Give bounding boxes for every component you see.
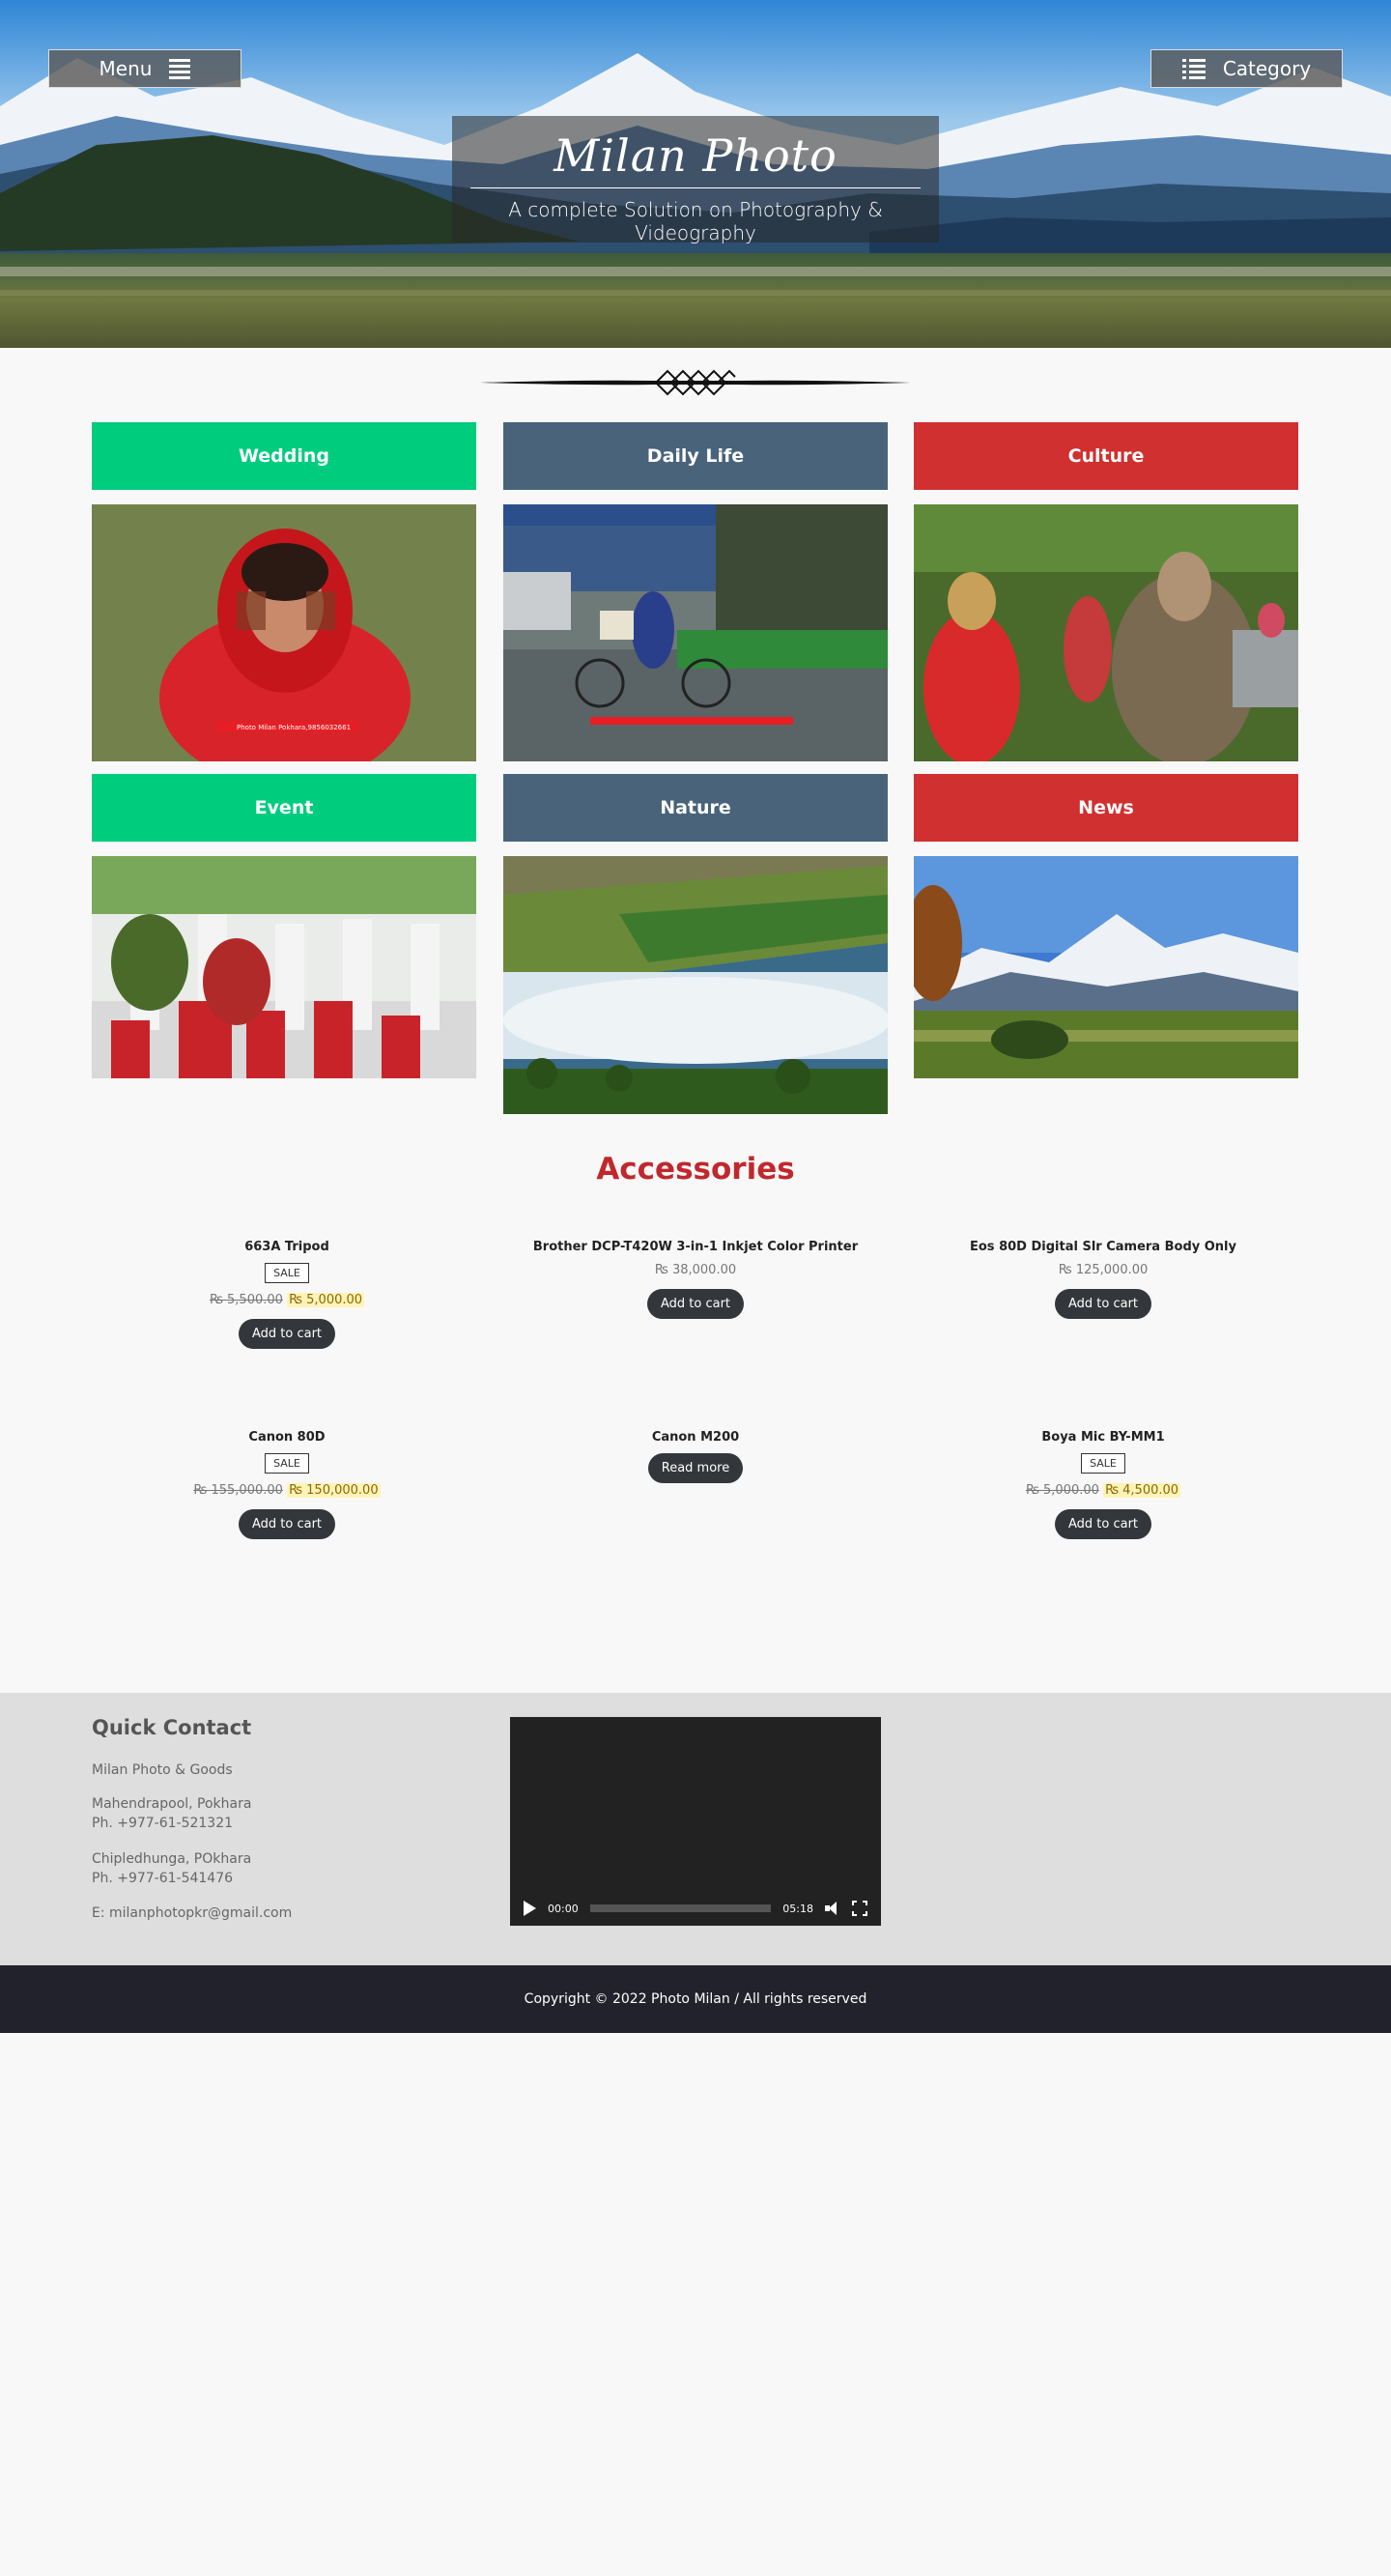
play-icon[interactable]: [524, 1901, 536, 1916]
list-icon: [1181, 58, 1206, 79]
old-price: ₨ 5,000.00: [1025, 1483, 1099, 1498]
event-photo[interactable]: [92, 856, 476, 1078]
video-current-time: 00:00: [548, 1902, 579, 1915]
sale-price: ₨ 4,500.00: [1103, 1483, 1181, 1498]
news-photo[interactable]: [914, 856, 1298, 1078]
sale-price: ₨ 5,000.00: [287, 1293, 365, 1307]
address2-phone: Ph. +977-61-541476: [92, 1871, 234, 1886]
category-tile-nature[interactable]: Nature: [503, 774, 888, 842]
sale-price: ₨ 150,000.00: [287, 1483, 381, 1498]
product-name[interactable]: Brother DCP-T420W 3-in-1 Inkjet Color Pr…: [493, 1240, 898, 1259]
add-to-cart-button[interactable]: Add to cart: [238, 1509, 336, 1539]
category-label: Category: [1222, 57, 1312, 80]
video-controls: 00:00 05:18: [510, 1891, 881, 1926]
video-duration: 05:18: [782, 1902, 813, 1915]
product-price: ₨ 38,000.00: [654, 1263, 737, 1277]
contact-email[interactable]: E: milanphotopkr@gmail.com: [92, 1903, 292, 1923]
video-player[interactable]: 00:00 05:18: [510, 1717, 881, 1926]
nature-photo[interactable]: [503, 856, 888, 1114]
product-name[interactable]: Boya Mic BY-MM1: [900, 1430, 1306, 1449]
daily-life-photo[interactable]: [503, 504, 888, 761]
quick-contact-title: Quick Contact: [92, 1716, 252, 1739]
category-tile-event[interactable]: Event: [92, 774, 476, 842]
ornament-divider-icon: [480, 369, 911, 396]
category-tile-wedding[interactable]: Wedding: [92, 422, 476, 490]
product-item: Boya Mic BY-MM1 SALE ₨ 5,000.00 ₨ 4,500.…: [900, 1430, 1306, 1539]
wedding-caption: Photo Milan Pokhara,9856032661: [237, 724, 351, 731]
address1-line1: Mahendrapool, Pokhara: [92, 1796, 252, 1812]
category-tile-culture[interactable]: Culture: [914, 422, 1298, 490]
old-price: ₨ 5,500.00: [209, 1293, 283, 1307]
old-price: ₨ 155,000.00: [193, 1483, 283, 1498]
add-to-cart-button[interactable]: Add to cart: [1054, 1509, 1152, 1539]
product-item: Eos 80D Digital Slr Camera Body Only ₨ 1…: [900, 1240, 1306, 1319]
product-item: Canon M200 Read more: [493, 1430, 898, 1483]
add-to-cart-button[interactable]: Add to cart: [646, 1289, 745, 1319]
product-item: Canon 80D SALE ₨ 155,000.00 ₨ 150,000.00…: [84, 1430, 490, 1539]
add-to-cart-button[interactable]: Add to cart: [1054, 1289, 1152, 1319]
wedding-photo[interactable]: Photo Milan Pokhara,9856032661: [92, 504, 476, 761]
sale-badge: SALE: [1081, 1453, 1125, 1474]
accessories-title: Accessories: [596, 1152, 795, 1187]
address1-phone: Ph. +977-61-521321: [92, 1816, 234, 1831]
address2-line1: Chipledhunga, POkhara: [92, 1851, 252, 1867]
copyright-bar: Copyright © 2022 Photo Milan / All right…: [0, 1965, 1391, 2033]
culture-photo[interactable]: [914, 504, 1298, 761]
footer-contact-section: Quick Contact Milan Photo & Goods Mahend…: [0, 1693, 1391, 1965]
fullscreen-icon[interactable]: [851, 1900, 868, 1917]
product-price: ₨ 125,000.00: [1058, 1263, 1149, 1277]
hamburger-icon: [169, 58, 191, 79]
site-title[interactable]: Milan Photo: [452, 129, 939, 182]
product-item: Brother DCP-T420W 3-in-1 Inkjet Color Pr…: [493, 1240, 898, 1319]
hero-banner: Menu Category Milan Photo A complete Sol…: [0, 0, 1391, 348]
business-name: Milan Photo & Goods: [92, 1762, 233, 1778]
product-name[interactable]: Eos 80D Digital Slr Camera Body Only: [900, 1240, 1306, 1259]
product-name[interactable]: Canon 80D: [84, 1430, 490, 1449]
add-to-cart-button[interactable]: Add to cart: [238, 1319, 336, 1349]
volume-icon[interactable]: [825, 1902, 840, 1915]
product-item: 663A Tripod SALE ₨ 5,500.00 ₨ 5,000.00 A…: [84, 1240, 490, 1349]
menu-label: Menu: [99, 57, 153, 80]
category-tile-daily-life[interactable]: Daily Life: [503, 422, 888, 490]
menu-button[interactable]: Menu: [48, 49, 241, 88]
video-progress-bar[interactable]: [589, 1904, 772, 1912]
category-tile-news[interactable]: News: [914, 774, 1298, 842]
category-button[interactable]: Category: [1150, 49, 1343, 88]
product-name[interactable]: 663A Tripod: [84, 1240, 490, 1259]
copyright-text: Copyright © 2022 Photo Milan / All right…: [524, 1991, 867, 2007]
product-name[interactable]: Canon M200: [493, 1430, 898, 1449]
read-more-button[interactable]: Read more: [647, 1453, 744, 1483]
site-title-box: Milan Photo A complete Solution on Photo…: [452, 116, 939, 244]
sale-badge: SALE: [265, 1263, 309, 1283]
title-divider: [470, 187, 921, 188]
site-tagline: A complete Solution on Photography & Vid…: [508, 198, 883, 244]
sale-badge: SALE: [265, 1453, 309, 1474]
